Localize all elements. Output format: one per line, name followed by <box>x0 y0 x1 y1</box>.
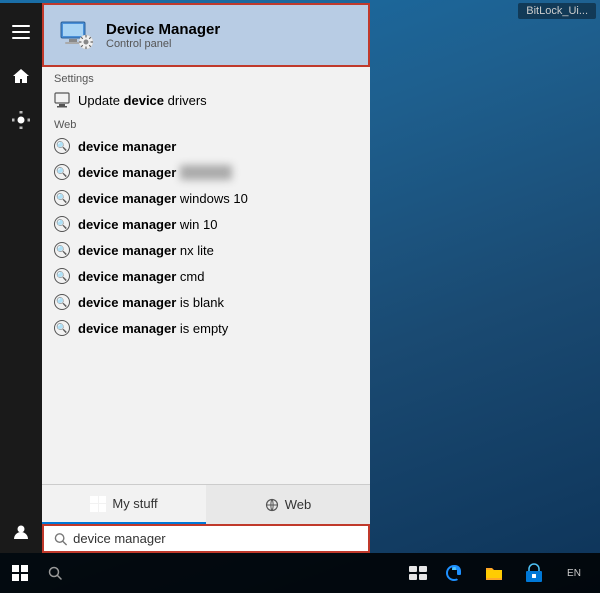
tab-web[interactable]: Web <box>206 485 370 524</box>
web-item-4[interactable]: 🔍 device manager win 10 <box>42 211 370 237</box>
web-item-2[interactable]: 🔍 device manager xxxxxxxx <box>42 159 370 185</box>
search-icon-7: 🔍 <box>54 294 70 310</box>
web-item-8[interactable]: 🔍 device manager is empty <box>42 315 370 341</box>
start-button[interactable] <box>0 553 40 593</box>
start-windows-logo <box>12 565 28 581</box>
search-results-panel: Device Manager Control panel Settings Up… <box>42 3 370 553</box>
task-view-button[interactable] <box>400 555 436 591</box>
nav-hamburger[interactable] <box>0 11 42 53</box>
taskbar: EN <box>0 553 600 593</box>
web-item-4-label: device manager win 10 <box>78 217 217 232</box>
settings-update-drivers[interactable]: Update device drivers <box>42 87 370 113</box>
tab-my-stuff[interactable]: My stuff <box>42 485 206 524</box>
web-item-2-label: device manager xxxxxxxx <box>78 165 232 180</box>
search-input[interactable] <box>73 531 358 546</box>
web-item-7[interactable]: 🔍 device manager is blank <box>42 289 370 315</box>
top-result-device-manager[interactable]: Device Manager Control panel <box>42 3 370 67</box>
web-item-1-label: device manager <box>78 139 176 154</box>
desktop-tab-bitlock: BitLock_Ui... <box>518 3 596 19</box>
edge-icon[interactable] <box>436 555 472 591</box>
windows-logo-icon <box>90 496 106 512</box>
web-item-3-label: device manager windows 10 <box>78 191 248 206</box>
nav-home[interactable] <box>0 55 42 97</box>
search-icon-2: 🔍 <box>54 164 70 180</box>
search-icon-6: 🔍 <box>54 268 70 284</box>
web-item-6-label: device manager cmd <box>78 269 204 284</box>
nav-sidebar <box>0 3 42 553</box>
search-bottom-tabs: My stuff Web <box>42 484 370 524</box>
nav-settings[interactable] <box>0 99 42 141</box>
start-menu: Device Manager Control panel Settings Up… <box>0 3 370 553</box>
blurred-text: xxxxxxxx <box>180 165 232 180</box>
web-item-5[interactable]: 🔍 device manager nx lite <box>42 237 370 263</box>
web-item-6[interactable]: 🔍 device manager cmd <box>42 263 370 289</box>
top-result-title: Device Manager <box>106 21 220 38</box>
search-icon-5: 🔍 <box>54 242 70 258</box>
taskbar-icons-right: EN <box>436 555 600 591</box>
web-item-1[interactable]: 🔍 device manager <box>42 133 370 159</box>
top-result-text: Device Manager Control panel <box>106 21 220 50</box>
search-icon-8: 🔍 <box>54 320 70 336</box>
search-icon-3: 🔍 <box>54 190 70 206</box>
nav-user[interactable] <box>0 511 42 553</box>
system-tray[interactable]: EN <box>556 555 592 591</box>
top-result-subtitle: Control panel <box>106 38 220 50</box>
file-explorer-icon[interactable] <box>476 555 512 591</box>
device-manager-icon <box>56 15 96 55</box>
web-item-7-label: device manager is blank <box>78 295 224 310</box>
web-item-3[interactable]: 🔍 device manager windows 10 <box>42 185 370 211</box>
tab-my-stuff-label: My stuff <box>112 496 157 511</box>
tab-web-label: Web <box>285 497 312 512</box>
web-item-5-label: device manager nx lite <box>78 243 214 258</box>
taskbar-search-area <box>40 553 400 593</box>
settings-section-header: Settings <box>42 67 370 87</box>
search-icon-4: 🔍 <box>54 216 70 232</box>
web-section-header: Web <box>42 113 370 133</box>
web-item-8-label: device manager is empty <box>78 321 228 336</box>
search-input-container <box>42 524 370 553</box>
search-icon: 🔍 <box>54 138 70 154</box>
store-icon[interactable] <box>516 555 552 591</box>
settings-item-label: Update device drivers <box>78 93 207 108</box>
